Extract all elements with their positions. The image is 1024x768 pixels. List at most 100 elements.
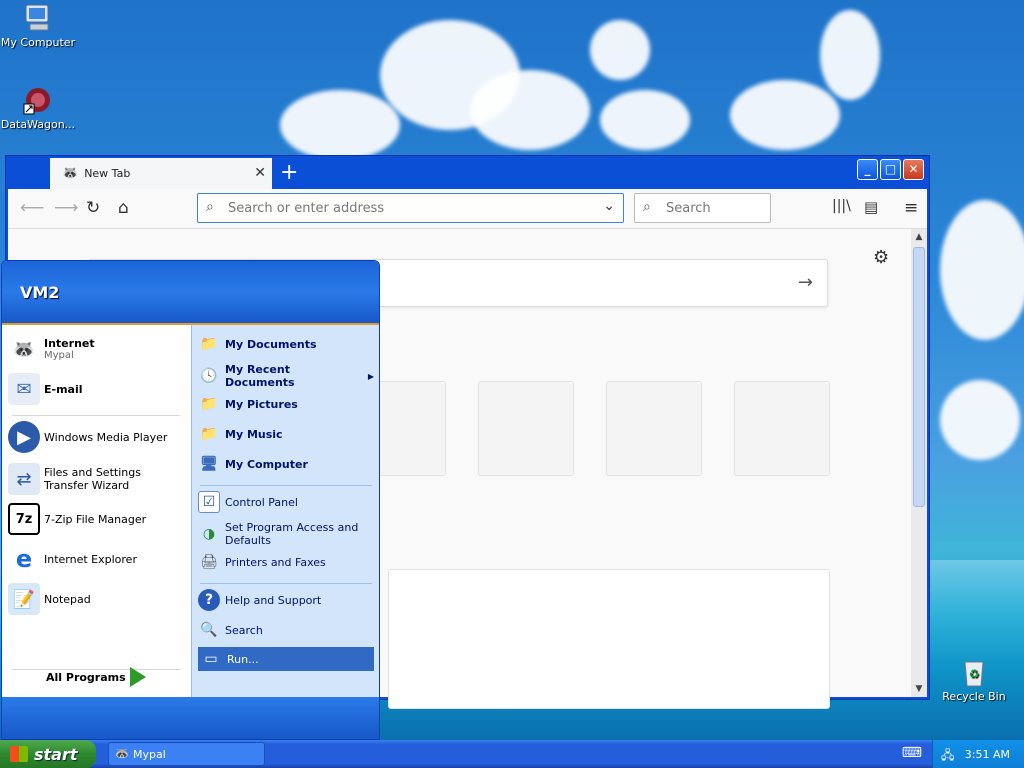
item-label: My Computer (225, 457, 308, 471)
desktop-icon-label: DataWagon... (0, 118, 76, 131)
my-computer-icon: 🖥 (200, 456, 218, 472)
start-item-program-access[interactable]: ◑ Set Program Access and Defaults (198, 521, 374, 547)
start-item-run[interactable]: ▭ Run... (198, 647, 374, 671)
search-placeholder: Search (666, 200, 711, 216)
start-item-internet[interactable]: 🦝 Internet Mypal (8, 333, 186, 365)
folder-icon: 📁 (200, 396, 218, 412)
item-label: Printers and Faxes (225, 555, 326, 569)
gear-icon[interactable]: ⚙ (873, 247, 889, 268)
internet-explorer-icon: e (15, 545, 33, 573)
scroll-thumb[interactable] (913, 247, 925, 507)
start-item-help[interactable]: ? Help and Support (198, 589, 374, 611)
desktop-icon-label: Recycle Bin (942, 690, 1006, 703)
clock[interactable]: 3:51 AM (965, 748, 1010, 761)
url-bar[interactable]: ⌕ Search or enter address ⌄ (197, 193, 624, 223)
vertical-scrollbar[interactable]: ▲ ▼ (911, 229, 927, 697)
item-label: Windows Media Player (44, 430, 168, 444)
program-access-icon: ◑ (202, 526, 216, 542)
recent-documents-icon: 🕓 (200, 368, 218, 384)
start-item-notepad[interactable]: 📝 Notepad (8, 583, 186, 615)
item-label: 7-Zip File Manager (44, 512, 147, 526)
top-site-tile[interactable] (606, 381, 702, 476)
desktop-icon-my-computer[interactable]: My Computer (0, 2, 76, 49)
back-arrow-icon[interactable]: ⟵ (20, 198, 44, 218)
item-label: Help and Support (225, 593, 322, 607)
start-menu-places: 📁 My Documents 🕓 My Recent Documents ▶ 📁… (191, 325, 379, 697)
start-button[interactable]: start (0, 740, 96, 768)
item-label: My Music (225, 427, 283, 441)
start-item-my-documents[interactable]: 📁 My Documents (198, 333, 374, 355)
start-label: start (34, 744, 78, 764)
start-item-my-music[interactable]: 📁 My Music (198, 423, 374, 445)
maximize-button[interactable]: □ (880, 159, 901, 180)
green-arrow-icon (130, 667, 146, 687)
minimize-button[interactable]: _ (857, 159, 878, 180)
start-item-my-pictures[interactable]: 📁 My Pictures (198, 393, 374, 415)
forward-arrow-icon[interactable]: ⟶ (54, 198, 78, 218)
arrow-right-icon[interactable]: → (798, 272, 813, 293)
svg-text:♻: ♻ (969, 667, 980, 681)
chevron-down-icon[interactable]: ⌄ (603, 198, 615, 214)
scroll-up-icon[interactable]: ▲ (911, 229, 927, 245)
close-tab-icon[interactable]: ✕ (254, 165, 266, 181)
separator (200, 583, 372, 584)
mypal-favicon-icon: 🦝 (62, 166, 79, 181)
tab-title: New Tab (84, 167, 131, 180)
windows-logo-icon (10, 746, 28, 762)
home-icon[interactable]: ⌂ (118, 198, 129, 218)
item-label: E-mail (44, 382, 83, 396)
printer-icon: 🖨 (200, 554, 218, 570)
start-item-7zip[interactable]: 7z 7-Zip File Manager (8, 503, 186, 535)
system-tray: 🖧 3:51 AM (932, 740, 1024, 768)
item-label: Internet (44, 337, 95, 350)
desktop-icon-datawagon[interactable]: DataWagon... (0, 84, 76, 131)
start-menu: VM2 🦝 Internet Mypal ✉ E-mail ▶ Windows … (1, 260, 380, 740)
item-label: Files and Settings Transfer Wizard (44, 466, 141, 492)
search-bar[interactable]: ⌕ Search (634, 193, 771, 223)
help-icon: ? (198, 589, 220, 611)
7zip-icon: 7z (8, 503, 40, 535)
start-item-search[interactable]: 🔍 Search (198, 619, 374, 641)
new-tab-button[interactable]: + (280, 161, 298, 185)
start-item-media-player[interactable]: ▶ Windows Media Player (8, 421, 186, 453)
sidebar-icon[interactable]: ▤ (864, 198, 878, 216)
start-item-printers[interactable]: 🖨 Printers and Faxes (198, 551, 374, 573)
item-label: Control Panel (225, 495, 298, 509)
separator (12, 669, 180, 670)
close-window-button[interactable]: ✕ (903, 159, 924, 180)
start-item-my-computer[interactable]: 🖥 My Computer (198, 453, 374, 475)
start-item-email[interactable]: ✉ E-mail (8, 373, 186, 405)
navigation-toolbar: ⟵ ⟶ ↻ ⌂ ⌕ Search or enter address ⌄ ⌕ Se… (8, 189, 927, 229)
search-icon: 🔍 (200, 622, 218, 638)
run-icon: ▭ (204, 651, 218, 667)
menu-icon[interactable]: ≡ (904, 198, 918, 218)
taskbar: start 🦝 Mypal ⌨ 🖧 3:51 AM (0, 740, 1024, 768)
start-item-control-panel[interactable]: ☑ Control Panel (198, 491, 374, 513)
tab-strip: 🦝 New Tab ✕ + _ □ ✕ (8, 157, 927, 189)
item-label: Run... (227, 652, 259, 666)
network-icon[interactable]: 🖧 (941, 746, 954, 767)
control-panel-icon: ☑ (198, 491, 220, 513)
reload-icon[interactable]: ↻ (86, 198, 100, 218)
start-item-transfer-wizard[interactable]: ⇄ Files and Settings Transfer Wizard (8, 463, 186, 495)
search-icon: ⌕ (643, 199, 651, 215)
keyboard-icon[interactable]: ⌨ (902, 745, 922, 761)
all-programs-button[interactable]: All Programs (46, 671, 126, 684)
item-label: Search (225, 623, 263, 637)
tab-new-tab[interactable]: 🦝 New Tab ✕ (50, 158, 272, 189)
item-label: My Documents (225, 337, 317, 351)
media-player-icon: ▶ (8, 421, 40, 453)
folder-icon: 📁 (200, 426, 218, 442)
taskbar-item-mypal[interactable]: 🦝 Mypal (108, 742, 265, 766)
desktop-icon-recycle-bin[interactable]: ♻ Recycle Bin (936, 656, 1012, 703)
library-icon[interactable]: |||\ (832, 198, 851, 214)
url-placeholder: Search or enter address (228, 200, 385, 216)
separator (12, 415, 180, 416)
top-site-tile[interactable] (478, 381, 574, 476)
top-site-tile[interactable] (734, 381, 830, 476)
scroll-down-icon[interactable]: ▼ (911, 681, 927, 697)
start-item-internet-explorer[interactable]: e Internet Explorer (8, 543, 186, 575)
highlights-panel (388, 569, 830, 709)
item-label: My Recent Documents (225, 363, 295, 389)
start-item-recent-documents[interactable]: 🕓 My Recent Documents ▶ (198, 363, 374, 389)
